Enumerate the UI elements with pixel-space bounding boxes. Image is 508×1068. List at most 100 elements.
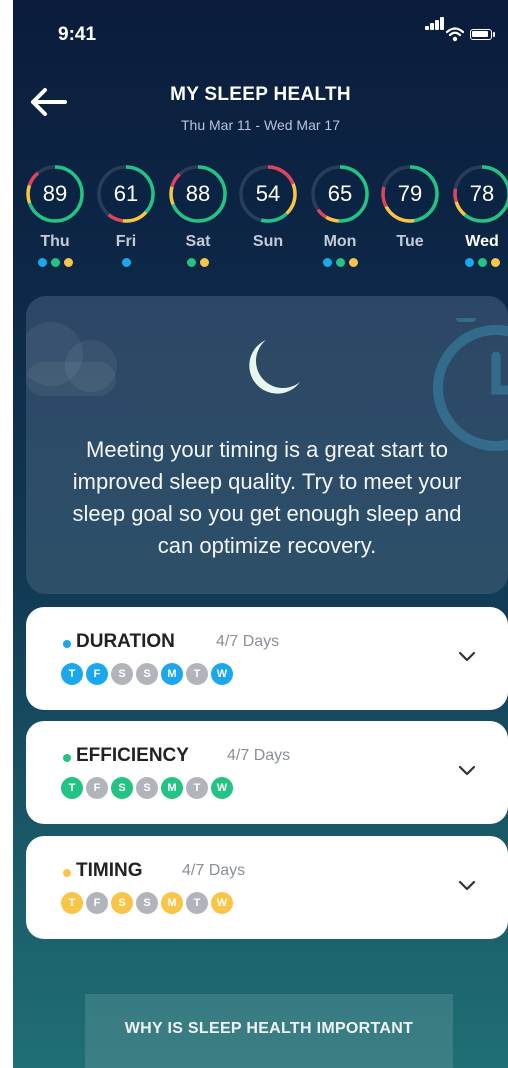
battery-icon [470,29,492,40]
why-button-label: WHY IS SLEEP HEALTH IMPORTANT [124,1020,414,1037]
duration-dot [322,258,332,267]
timing-dot [200,258,209,267]
day-badge: F [86,663,108,685]
score-ring: 65 [310,164,370,224]
sleep-score: 89 [42,181,68,206]
battery-cap [493,32,495,37]
day-tue[interactable]: 79 Tue [380,164,440,268]
day-badges: TFSSMTW [61,892,233,914]
metric-card-duration[interactable]: DURATION 4/7 Days T F S S M T W [26,607,508,710]
day-label: Sun [252,233,284,250]
day-label: Fri [115,233,137,250]
goal-dots [168,258,228,268]
efficiency-dot [477,258,487,267]
day-badge: M [161,663,183,685]
day-badge: S [136,777,158,799]
duration-dot [63,640,71,648]
chevron-down-icon[interactable] [458,765,476,777]
page-title: MY SLEEP HEALTH [170,84,351,105]
timing-dot [63,258,73,267]
efficiency-dot [187,258,196,267]
day-badge: M [161,777,183,799]
day-sat[interactable]: 88 Sat [168,164,228,268]
metric-label: EFFICIENCY [76,745,189,766]
score-ring: 88 [168,164,228,224]
info-card: Meeting your timing is a great start to … [26,296,508,594]
day-label: Tue [396,233,424,250]
moon-icon [249,340,300,394]
day-badge: T [186,777,208,799]
timing-dot [490,258,500,267]
goal-dots [96,258,156,268]
goal-dots [310,258,370,268]
day-label: Sat [185,233,211,250]
day-badge: T [186,892,208,914]
metric-label: DURATION [76,631,175,652]
day-badge: W [211,663,233,685]
metric-card-timing[interactable]: TIMING 4/7 Days T F S S M T W [26,836,508,939]
goal-dots [380,258,440,268]
day-badge: S [136,663,158,685]
score-ring: 54 [238,164,298,224]
goal-dots [238,258,298,268]
chevron-down-icon[interactable] [458,880,476,892]
chevron-down-icon[interactable] [458,651,476,663]
day-badge: T [61,663,83,685]
day-fri[interactable]: 61 Fri [96,164,156,268]
score-ring: 78 [452,164,508,224]
day-label: Mon [323,233,357,250]
score-ring: 61 [96,164,156,224]
goal-dots [452,258,508,268]
status-bar: 9:41 [13,0,508,60]
goal-dots [25,258,85,268]
score-ring: 79 [380,164,440,224]
day-badge: M [161,892,183,914]
day-label: Wed [465,233,499,250]
sleep-score: 61 [113,181,139,206]
duration-dot [37,258,47,267]
day-badge: S [136,892,158,914]
metric-count: 4/7 Days [227,747,291,764]
day-score-strip: 89 Thu 61 Fri 88 Sat 54 Sun 65 Mon 79 Tue 78 Wed [13,164,508,284]
day-badge: T [61,777,83,799]
sleep-score: 65 [327,181,353,206]
timing-dot [63,869,71,877]
date-range: Thu Mar 11 - Wed Mar 17 [181,117,340,133]
status-time: 9:41 [58,24,97,45]
day-mon[interactable]: 65 Mon [310,164,370,268]
timing-dot [348,258,358,267]
day-badges: TFSSMTW [61,663,233,685]
why-sleep-health-button[interactable]: WHY IS SLEEP HEALTH IMPORTANT [85,994,453,1068]
day-wed[interactable]: 78 Wed [452,164,508,268]
day-sun[interactable]: 54 Sun [238,164,298,268]
duration-dot [464,258,474,267]
metric-count: 4/7 Days [216,633,280,650]
day-badge: T [61,892,83,914]
score-ring: 89 [25,164,85,224]
duration-dot [121,258,131,267]
day-badge: S [111,892,133,914]
day-badge: S [111,663,133,685]
cloud-icon [26,322,117,396]
metric-count: 4/7 Days [182,862,246,879]
day-thu[interactable]: 89 Thu [25,164,85,268]
day-label: Thu [40,233,70,250]
info-message: Meeting your timing is a great start to … [72,437,462,558]
sleep-score: 79 [397,181,423,206]
day-badge: F [86,892,108,914]
day-badge: W [211,777,233,799]
day-badge: T [186,663,208,685]
wifi-icon [446,27,464,42]
metric-card-efficiency[interactable]: EFFICIENCY 4/7 Days T F S S M T W [26,721,508,824]
day-badge: F [86,777,108,799]
sleep-score: 78 [469,181,495,206]
sleep-health-screen: 9:41 MY SLEEP HEALTH Thu Mar 11 - Wed Ma… [13,0,508,1068]
efficiency-dot [63,754,71,762]
sleep-score: 88 [185,181,211,206]
sleep-score: 54 [255,181,281,206]
metric-label: TIMING [76,860,143,881]
day-badge: W [211,892,233,914]
day-badges: TFSSMTW [61,777,233,799]
efficiency-dot [335,258,345,267]
day-badge: S [111,777,133,799]
